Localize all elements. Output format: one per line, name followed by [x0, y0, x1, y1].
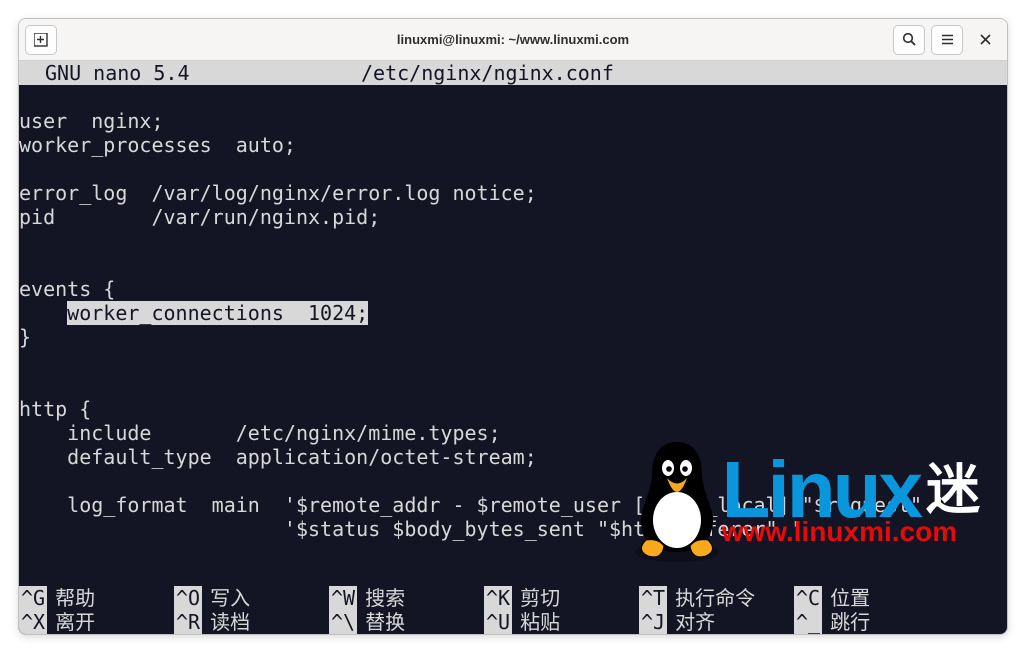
editor-line: error_log /var/log/nginx/error.log notic… — [19, 181, 1007, 205]
shortcut-item: ^J 对齐 — [639, 610, 794, 634]
editor-line: } — [19, 325, 1007, 349]
shortcut-label: 执行命令 — [675, 586, 755, 610]
shortcut-label: 跳行 — [830, 610, 870, 634]
shortcut-key: ^X — [19, 610, 47, 634]
shortcut-label: 替换 — [365, 610, 405, 634]
shortcut-key: ^T — [639, 586, 667, 610]
shortcut-label: 对齐 — [675, 610, 715, 634]
shortcut-key: ^_ — [794, 610, 822, 634]
shortcut-label: 写入 — [210, 586, 250, 610]
terminal-area[interactable]: GNU nano 5.4 /etc/nginx/nginx.conf user … — [19, 61, 1007, 634]
search-button[interactable] — [893, 25, 925, 55]
nano-shortcuts: ^G 帮助 ^O 写入 ^W 搜索 ^K 剪切 ^T 执行命令 ^C 位置 ^X 离开 ^R 读档 ^\ 替换 ^U… — [19, 586, 1007, 634]
shortcut-label: 粘贴 — [520, 610, 560, 634]
titlebar: linuxmi@linuxmi: ~/www.linuxmi.com — [19, 19, 1007, 61]
shortcut-item: ^R 读档 — [174, 610, 329, 634]
nano-filename: /etc/nginx/nginx.conf — [361, 61, 614, 85]
editor-line — [19, 253, 1007, 277]
hamburger-icon — [940, 32, 955, 47]
close-icon — [979, 33, 992, 46]
shortcut-key: ^U — [484, 610, 512, 634]
search-icon — [902, 32, 917, 47]
shortcut-label: 读档 — [210, 610, 250, 634]
window-title: linuxmi@linuxmi: ~/www.linuxmi.com — [19, 32, 1007, 47]
editor-line: include /etc/nginx/mime.types; — [19, 421, 1007, 445]
editor-line — [19, 373, 1007, 397]
shortcut-item: ^T 执行命令 — [639, 586, 794, 610]
editor-line: events { — [19, 277, 1007, 301]
shortcut-label: 帮助 — [55, 586, 95, 610]
editor-line: user nginx; — [19, 109, 1007, 133]
shortcut-key: ^J — [639, 610, 667, 634]
shortcut-key: ^\ — [329, 610, 357, 634]
editor-line: pid /var/run/nginx.pid; — [19, 205, 1007, 229]
shortcut-label: 搜索 — [365, 586, 405, 610]
shortcut-item: ^\ 替换 — [329, 610, 484, 634]
shortcut-item: ^U 粘贴 — [484, 610, 639, 634]
new-tab-button[interactable] — [25, 25, 57, 55]
shortcut-item: ^X 离开 — [19, 610, 174, 634]
nano-version: GNU nano 5.4 — [21, 61, 361, 85]
plus-icon — [34, 33, 48, 47]
shortcut-key: ^G — [19, 586, 47, 610]
editor-line: log_format main '$remote_addr - $remote_… — [19, 493, 1007, 517]
shortcut-item: ^O 写入 — [174, 586, 329, 610]
shortcut-key: ^O — [174, 586, 202, 610]
editor-line: '$status $body_bytes_sent "$http_referer… — [19, 517, 1007, 541]
editor-line — [19, 157, 1007, 181]
editor-line — [19, 85, 1007, 109]
editor-content[interactable]: user nginx;worker_processes auto; error_l… — [19, 85, 1007, 565]
shortcut-label: 剪切 — [520, 586, 560, 610]
shortcut-key: ^W — [329, 586, 357, 610]
shortcut-label: 离开 — [55, 610, 95, 634]
shortcut-item: ^C 位置 — [794, 586, 949, 610]
shortcut-key: ^K — [484, 586, 512, 610]
nano-header: GNU nano 5.4 /etc/nginx/nginx.conf — [19, 61, 1007, 85]
shortcut-label: 位置 — [830, 586, 870, 610]
editor-line: http { — [19, 397, 1007, 421]
editor-line: default_type application/octet-stream; — [19, 445, 1007, 469]
selection-highlight: worker_connections 1024; — [67, 301, 368, 325]
shortcut-item: ^W 搜索 — [329, 586, 484, 610]
editor-line — [19, 349, 1007, 373]
shortcut-item: ^G 帮助 — [19, 586, 174, 610]
shortcut-item: ^_ 跳行 — [794, 610, 949, 634]
editor-line: worker_connections 1024; — [19, 301, 1007, 325]
editor-line — [19, 469, 1007, 493]
shortcut-item: ^K 剪切 — [484, 586, 639, 610]
editor-line — [19, 229, 1007, 253]
menu-button[interactable] — [931, 25, 963, 55]
shortcut-key: ^C — [794, 586, 822, 610]
close-button[interactable] — [969, 25, 1001, 55]
editor-line: worker_processes auto; — [19, 133, 1007, 157]
shortcut-key: ^R — [174, 610, 202, 634]
terminal-window: linuxmi@linuxmi: ~/www.linuxmi.com GNU n… — [18, 18, 1008, 635]
